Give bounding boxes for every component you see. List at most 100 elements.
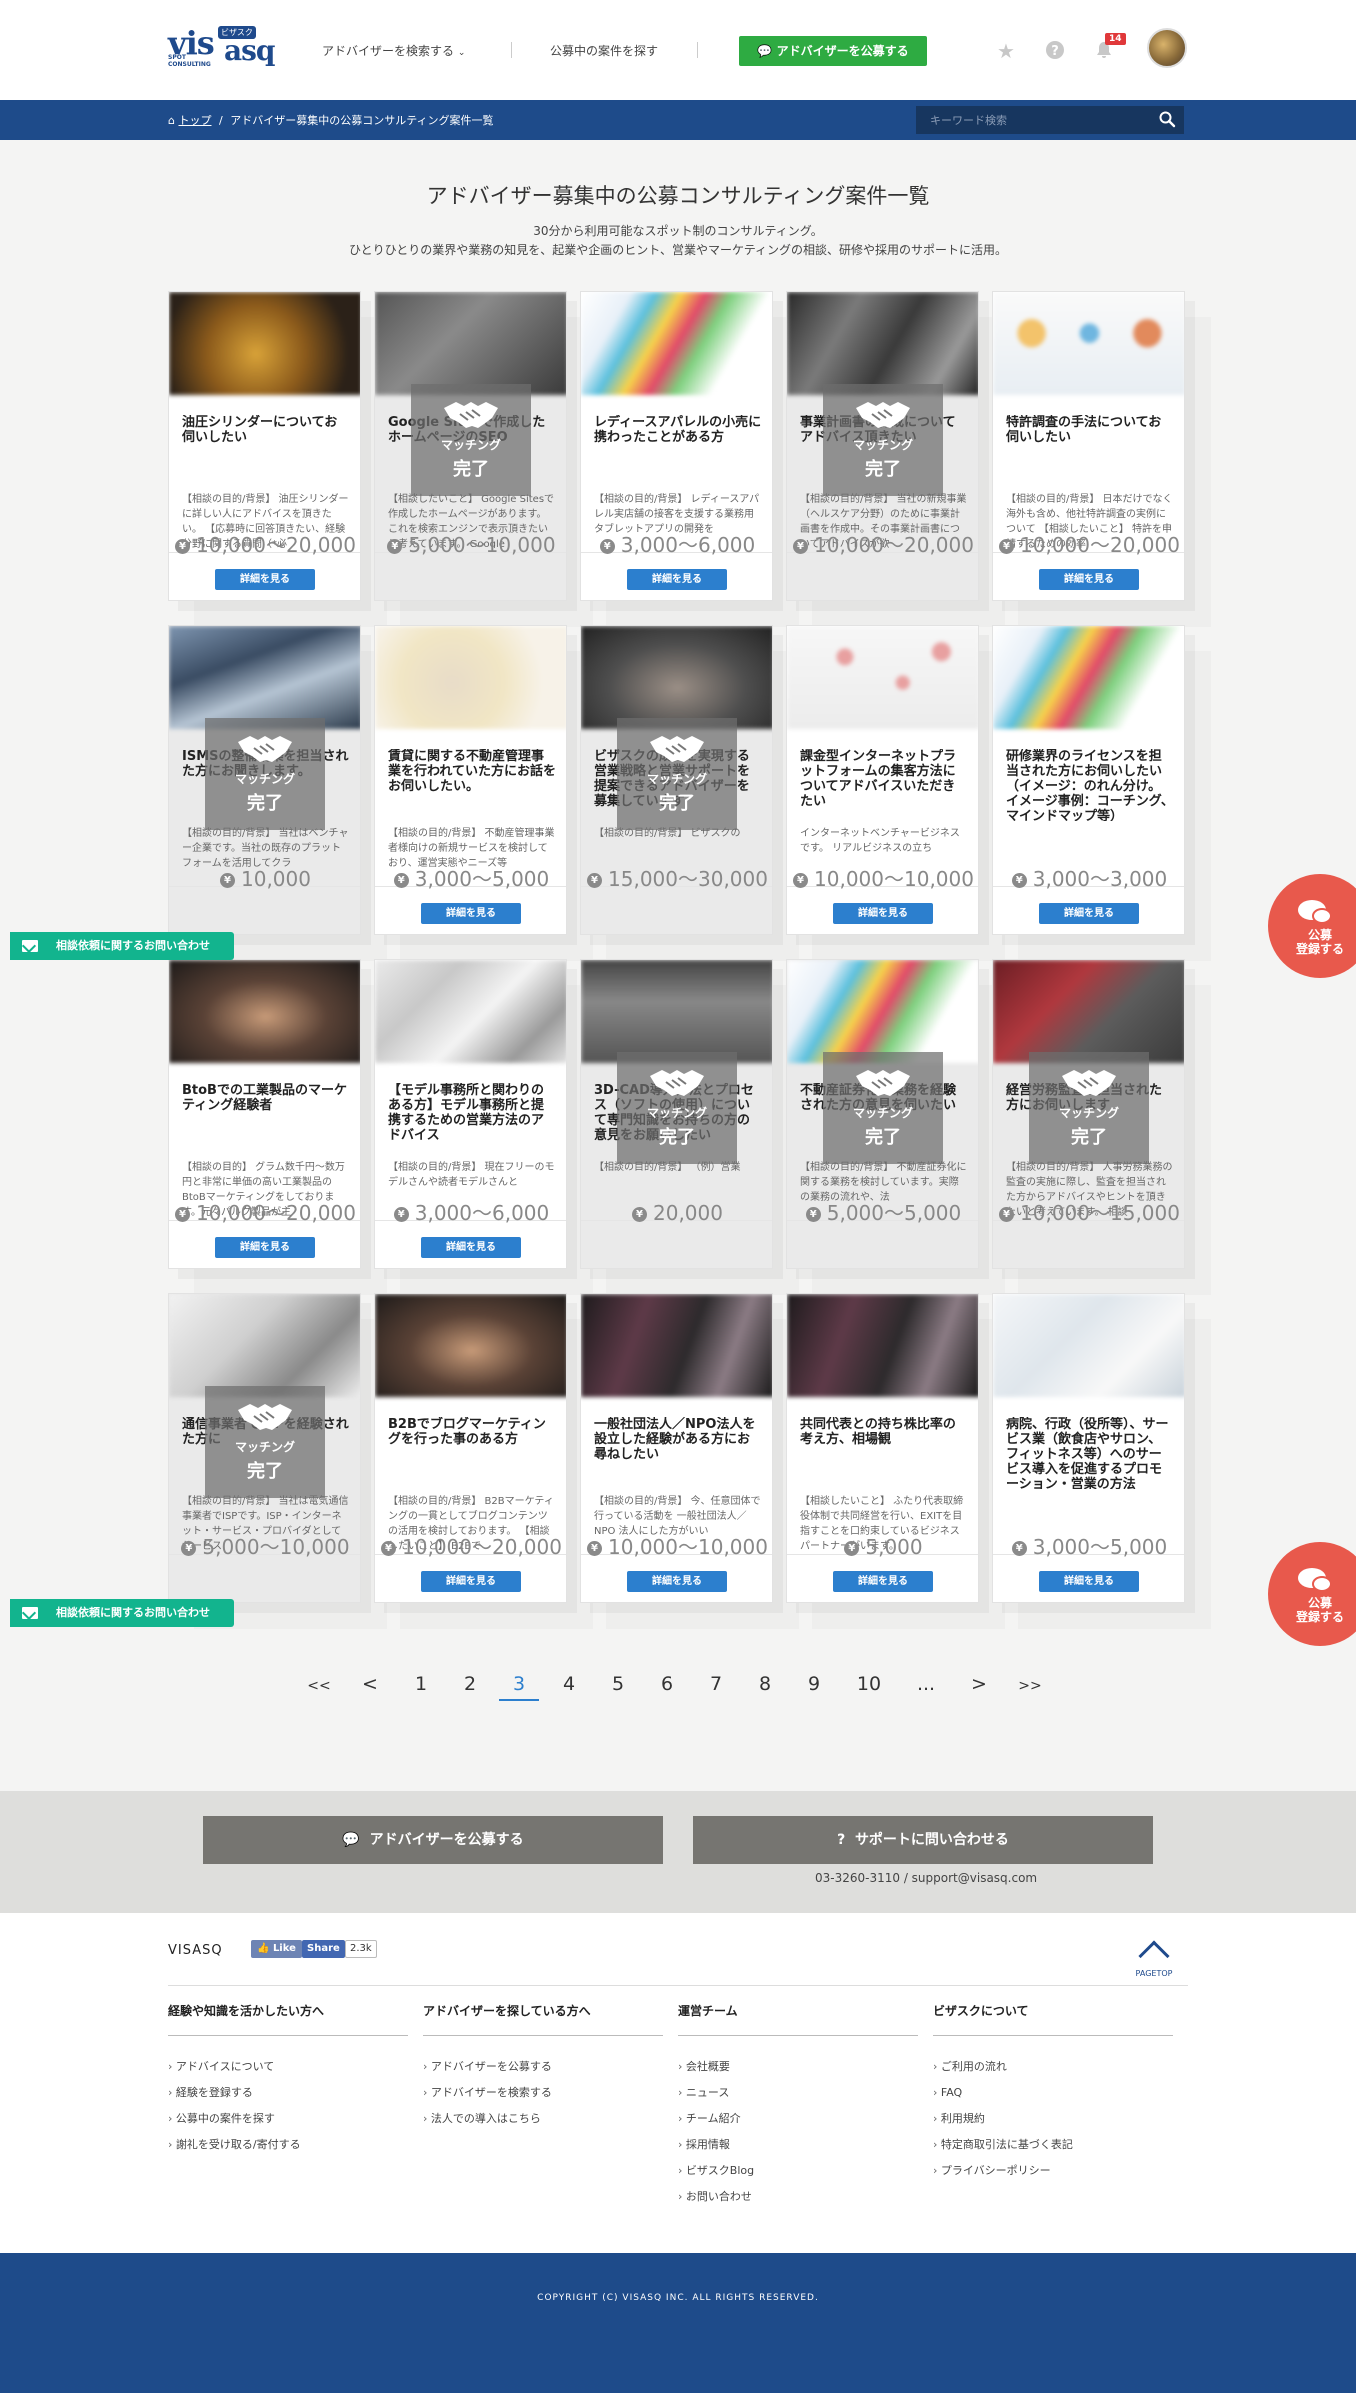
- publish-advisor-cta[interactable]: 💬 アドバイザーを公募する: [203, 1816, 663, 1864]
- view-details-button[interactable]: 詳細を見る: [833, 1571, 933, 1592]
- pagination-item[interactable]: 10: [849, 1673, 889, 1695]
- case-card[interactable]: 事業計画書の作成についてアドバイス頂きたい【相談の目的/背景】 当社の新規事業（…: [786, 291, 979, 601]
- pagination-item[interactable]: 1: [401, 1673, 441, 1695]
- star-icon[interactable]: ★: [995, 40, 1017, 62]
- footer-link[interactable]: アドバイザーを公募する: [423, 2054, 673, 2080]
- footer-link[interactable]: 公募中の案件を探す: [168, 2106, 418, 2132]
- case-card[interactable]: 一般社団法人／NPO法人を設立した経験がある方にお尋ねしたい 【相談の目的/背景】…: [580, 1293, 773, 1603]
- view-details-button[interactable]: 詳細を見る: [215, 569, 315, 590]
- view-details-button[interactable]: 詳細を見る: [1039, 569, 1139, 590]
- publish-advisor-button[interactable]: 💬 アドバイザーを公募する: [739, 36, 927, 66]
- view-details-button[interactable]: 詳細を見る: [1039, 1571, 1139, 1592]
- pagination-item[interactable]: 5: [598, 1673, 638, 1695]
- case-card[interactable]: BtoBでの工業製品のマーケティング経験者 【相談の目的】 グラム数千円〜数万円と…: [168, 959, 361, 1269]
- pagetop-button[interactable]: PAGETOP: [1130, 1937, 1178, 1978]
- footer-link[interactable]: 謝礼を受け取る/寄付する: [168, 2132, 418, 2158]
- inquiry-tab[interactable]: 相談依頼に関するお問い合わせ: [10, 932, 234, 960]
- pagination-item[interactable]: ...: [906, 1673, 946, 1695]
- case-card-title[interactable]: 研修業界のライセンスを担当された方にお伺いしたい（イメージ：のれん分け。イメージ…: [1006, 749, 1174, 821]
- case-card-title[interactable]: 一般社団法人／NPO法人を設立した経験がある方にお尋ねしたい: [594, 1417, 762, 1489]
- case-card[interactable]: 共同代表との持ち株比率の考え方、相場観 【相談したいこと】 ふたり代表取締役体制で…: [786, 1293, 979, 1603]
- view-details-button[interactable]: 詳細を見る: [215, 1237, 315, 1258]
- pagination-item[interactable]: 9: [794, 1673, 834, 1695]
- search-input[interactable]: [916, 106, 1184, 134]
- view-details-button[interactable]: 詳細を見る: [627, 1571, 727, 1592]
- pagination-item[interactable]: 3: [499, 1673, 539, 1701]
- search-icon[interactable]: [1158, 110, 1176, 128]
- breadcrumb-home[interactable]: トップ: [178, 114, 211, 127]
- case-card[interactable]: 【モデル事務所と関わりのある方】モデル事務所と提携するための営業方法のアドバイス…: [374, 959, 567, 1269]
- visasq-logo[interactable]: vis ビザスク asq SPOT CONSULTING: [168, 24, 275, 68]
- case-card-title[interactable]: 【モデル事務所と関わりのある方】モデル事務所と提携するための営業方法のアドバイス: [388, 1083, 556, 1155]
- publish-fab-button[interactable]: 公募登録する: [1268, 1542, 1356, 1646]
- footer-link[interactable]: 利用規約: [933, 2106, 1183, 2132]
- view-details-button[interactable]: 詳細を見る: [833, 903, 933, 924]
- pagination-item[interactable]: 4: [549, 1673, 589, 1695]
- support-cta[interactable]: ? サポートに問い合わせる: [693, 1816, 1153, 1864]
- footer-link[interactable]: アドバイスについて: [168, 2054, 418, 2080]
- pagination-item[interactable]: 6: [647, 1673, 687, 1695]
- matched-overlay: マッチング 完了: [1029, 1052, 1149, 1164]
- facebook-like-button[interactable]: 👍 Like: [251, 1940, 302, 1958]
- pagination-item[interactable]: 2: [450, 1673, 490, 1695]
- case-card[interactable]: ISMSの整備構築を担当された方にお聞きします。【相談の目的/背景】 当社はベン…: [168, 625, 361, 935]
- case-card[interactable]: 病院、行政（役所等）、サービス業（飲食店やサロン、フィットネス等）へのサービス導…: [992, 1293, 1185, 1603]
- case-card[interactable]: 経営労務監査を担当された方にお伺いします【相談の目的/背景】 人事労務業務の監査…: [992, 959, 1185, 1269]
- case-card[interactable]: B2Bでブログマーケティングを行った事のある方 【相談の目的/背景】 B2Bマーケ…: [374, 1293, 567, 1603]
- footer-link[interactable]: 経験を登録する: [168, 2080, 418, 2106]
- inquiry-tab[interactable]: 相談依頼に関するお問い合わせ: [10, 1599, 234, 1627]
- pagination-item[interactable]: 7: [696, 1673, 736, 1695]
- nav-search-advisor[interactable]: アドバイザーを検索する ⌄: [322, 42, 465, 59]
- pagination-item[interactable]: <: [350, 1673, 390, 1695]
- help-icon[interactable]: ?: [1044, 40, 1066, 62]
- case-card[interactable]: 特許調査の手法についてお伺いしたい 【相談の目的/背景】 日本だけでなく海外も含め…: [992, 291, 1185, 601]
- case-card[interactable]: 通信事業者でISPを経験された方に【相談の目的/背景】 当社は電気通信事業者でI…: [168, 1293, 361, 1603]
- case-card-title[interactable]: 共同代表との持ち株比率の考え方、相場観: [800, 1417, 968, 1489]
- case-card-title[interactable]: 課金型インターネットプラットフォームの集客方法についてアドバイスいただきたい: [800, 749, 968, 821]
- footer-logo[interactable]: VISASQ: [168, 1943, 223, 1958]
- pagination-item[interactable]: >>: [1010, 1678, 1050, 1694]
- pagination-item[interactable]: >: [959, 1673, 999, 1695]
- case-card[interactable]: ビザスクの成長を実現する営業戦略と営業サポートを提案できるアドバイザーを募集して…: [580, 625, 773, 935]
- case-card[interactable]: 不動産証券化の業務を経験された方の意見を伺いたい【相談の目的/背景】 不動産証券…: [786, 959, 979, 1269]
- case-card[interactable]: 3D-CAD導入方法とプロセス（ソフトの使用）について専門知識をお持ちの方の意見…: [580, 959, 773, 1269]
- view-details-button[interactable]: 詳細を見る: [421, 903, 521, 924]
- view-details-button[interactable]: 詳細を見る: [421, 1571, 521, 1592]
- case-card[interactable]: 油圧シリンダーについてお伺いしたい 【相談の目的/背景】 油圧シリンダーに詳しい人…: [168, 291, 361, 601]
- footer-link[interactable]: アドバイザーを検索する: [423, 2080, 673, 2106]
- case-card-image: [581, 292, 772, 395]
- case-card[interactable]: Google Sitesで作成したホームページのSEO【相談したいこと】 Goo…: [374, 291, 567, 601]
- case-card-title[interactable]: 特許調査の手法についてお伺いしたい: [1006, 415, 1174, 487]
- nav-find-cases[interactable]: 公募中の案件を探す: [550, 42, 658, 59]
- footer-link[interactable]: ご利用の流れ: [933, 2054, 1183, 2080]
- pagination-item[interactable]: 8: [745, 1673, 785, 1695]
- view-details-button[interactable]: 詳細を見る: [421, 1237, 521, 1258]
- view-details-button[interactable]: 詳細を見る: [627, 569, 727, 590]
- footer-link[interactable]: ニュース: [678, 2080, 928, 2106]
- case-card[interactable]: 課金型インターネットプラットフォームの集客方法についてアドバイスいただきたい イン…: [786, 625, 979, 935]
- case-card-title[interactable]: BtoBでの工業製品のマーケティング経験者: [182, 1083, 350, 1155]
- page-title: アドバイザー募集中の公募コンサルティング案件一覧: [426, 184, 930, 208]
- case-card[interactable]: 賃貸に関する不動産管理事業を行われていた方にお話をお伺いしたい。 【相談の目的/背…: [374, 625, 567, 935]
- footer-link[interactable]: 法人での導入はこちら: [423, 2106, 673, 2132]
- facebook-share-button[interactable]: Share: [302, 1940, 345, 1958]
- case-card[interactable]: レディースアパレルの小売に携わったことがある方 【相談の目的/背景】 レディースア…: [580, 291, 773, 601]
- case-card-title[interactable]: B2Bでブログマーケティングを行った事のある方: [388, 1417, 556, 1489]
- user-avatar[interactable]: [1147, 28, 1187, 68]
- pagination-item[interactable]: <<: [299, 1678, 339, 1694]
- footer-link[interactable]: ビザスクBlog: [678, 2158, 928, 2184]
- footer-link[interactable]: 特定商取引法に基づく表記: [933, 2132, 1183, 2158]
- case-card-title[interactable]: レディースアパレルの小売に携わったことがある方: [594, 415, 762, 487]
- case-card[interactable]: 研修業界のライセンスを担当された方にお伺いしたい（イメージ：のれん分け。イメージ…: [992, 625, 1185, 935]
- footer-link[interactable]: お問い合わせ: [678, 2184, 928, 2210]
- case-card-title[interactable]: 油圧シリンダーについてお伺いしたい: [182, 415, 350, 487]
- case-card-title[interactable]: 病院、行政（役所等）、サービス業（飲食店やサロン、フィットネス等）へのサービス導…: [1006, 1417, 1174, 1489]
- footer-link[interactable]: チーム紹介: [678, 2106, 928, 2132]
- case-card-title[interactable]: 賃貸に関する不動産管理事業を行われていた方にお話をお伺いしたい。: [388, 749, 556, 821]
- footer-link[interactable]: プライバシーポリシー: [933, 2158, 1183, 2184]
- view-details-button[interactable]: 詳細を見る: [1039, 903, 1139, 924]
- footer-link[interactable]: FAQ: [933, 2080, 1183, 2106]
- publish-fab-button[interactable]: 公募登録する: [1268, 874, 1356, 978]
- footer-link[interactable]: 採用情報: [678, 2132, 928, 2158]
- footer-link[interactable]: 会社概要: [678, 2054, 928, 2080]
